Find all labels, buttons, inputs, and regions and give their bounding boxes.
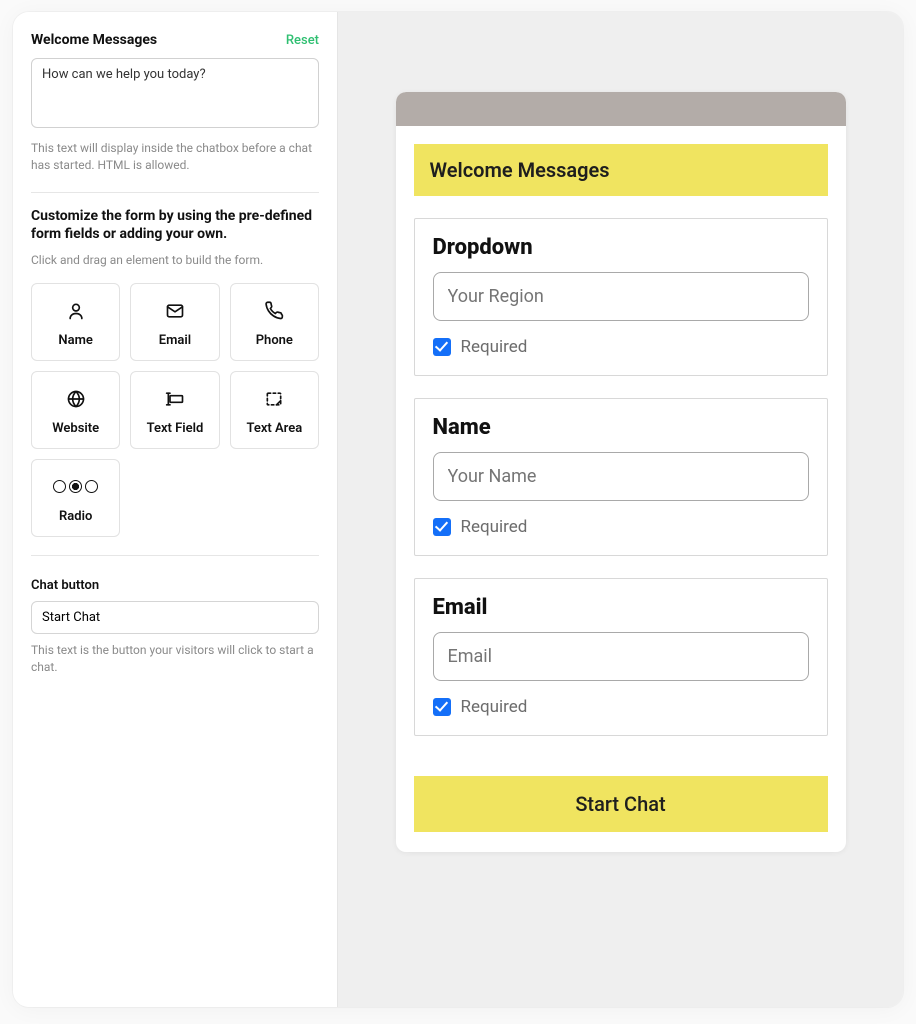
checkmark-icon[interactable] bbox=[433, 518, 451, 536]
required-row: Required bbox=[433, 697, 809, 717]
field-tile-textarea[interactable]: Text Area bbox=[230, 371, 319, 449]
required-label: Required bbox=[461, 337, 528, 357]
settings-sidebar: Welcome Messages Reset This text will di… bbox=[13, 12, 338, 1007]
name-input[interactable] bbox=[433, 452, 809, 501]
globe-icon bbox=[66, 385, 86, 413]
field-palette: Name Email Phone Website bbox=[31, 283, 319, 537]
phone-icon bbox=[264, 297, 284, 325]
field-tile-name[interactable]: Name bbox=[31, 283, 120, 361]
radio-icon bbox=[53, 473, 98, 501]
form-block-email[interactable]: Email Required bbox=[414, 578, 828, 736]
person-icon bbox=[66, 297, 86, 325]
form-block-title: Email bbox=[433, 595, 809, 620]
field-tile-label: Radio bbox=[59, 509, 92, 524]
field-tile-email[interactable]: Email bbox=[130, 283, 219, 361]
field-tile-label: Name bbox=[58, 333, 92, 348]
form-block-title: Name bbox=[433, 415, 809, 440]
email-input[interactable] bbox=[433, 632, 809, 681]
customize-subtext: Click and drag an element to build the f… bbox=[31, 252, 319, 269]
app-container: Welcome Messages Reset This text will di… bbox=[13, 12, 903, 1007]
form-block-name[interactable]: Name Required bbox=[414, 398, 828, 556]
field-tile-label: Text Field bbox=[147, 421, 204, 436]
chat-button-input[interactable] bbox=[31, 601, 319, 634]
field-tile-label: Email bbox=[159, 333, 191, 348]
field-tile-label: Phone bbox=[256, 333, 293, 348]
checkmark-icon[interactable] bbox=[433, 338, 451, 356]
field-tile-label: Website bbox=[52, 421, 99, 436]
form-block-dropdown[interactable]: Dropdown Required bbox=[414, 218, 828, 376]
section-divider bbox=[31, 555, 319, 556]
checkmark-icon[interactable] bbox=[433, 698, 451, 716]
required-row: Required bbox=[433, 517, 809, 537]
welcome-section-header: Welcome Messages Reset bbox=[31, 32, 319, 48]
required-row: Required bbox=[433, 337, 809, 357]
field-tile-website[interactable]: Website bbox=[31, 371, 120, 449]
welcome-section-title: Welcome Messages bbox=[31, 32, 157, 48]
textarea-icon bbox=[264, 385, 284, 413]
chat-button-help-text: This text is the button your visitors wi… bbox=[31, 642, 319, 676]
start-chat-button[interactable]: Start Chat bbox=[414, 776, 828, 832]
field-tile-phone[interactable]: Phone bbox=[230, 283, 319, 361]
section-divider bbox=[31, 192, 319, 193]
welcome-help-text: This text will display inside the chatbo… bbox=[31, 140, 319, 174]
welcome-banner: Welcome Messages bbox=[414, 144, 828, 196]
required-label: Required bbox=[461, 697, 528, 717]
chat-button-field-label: Chat button bbox=[31, 578, 319, 593]
dropdown-input[interactable] bbox=[433, 272, 809, 321]
envelope-icon bbox=[165, 297, 185, 325]
preview-area: Welcome Messages Dropdown Required Name … bbox=[338, 12, 903, 1007]
reset-link[interactable]: Reset bbox=[286, 33, 319, 48]
form-block-title: Dropdown bbox=[433, 235, 809, 260]
required-label: Required bbox=[461, 517, 528, 537]
welcome-message-textarea[interactable] bbox=[31, 58, 319, 128]
field-tile-radio[interactable]: Radio bbox=[31, 459, 120, 537]
customize-heading: Customize the form by using the pre-defi… bbox=[31, 207, 319, 245]
textfield-icon bbox=[164, 385, 186, 413]
field-tile-textfield[interactable]: Text Field bbox=[130, 371, 219, 449]
preview-window-titlebar bbox=[396, 92, 846, 126]
field-tile-label: Text Area bbox=[246, 421, 302, 436]
preview-chat-widget: Welcome Messages Dropdown Required Name … bbox=[396, 92, 846, 852]
